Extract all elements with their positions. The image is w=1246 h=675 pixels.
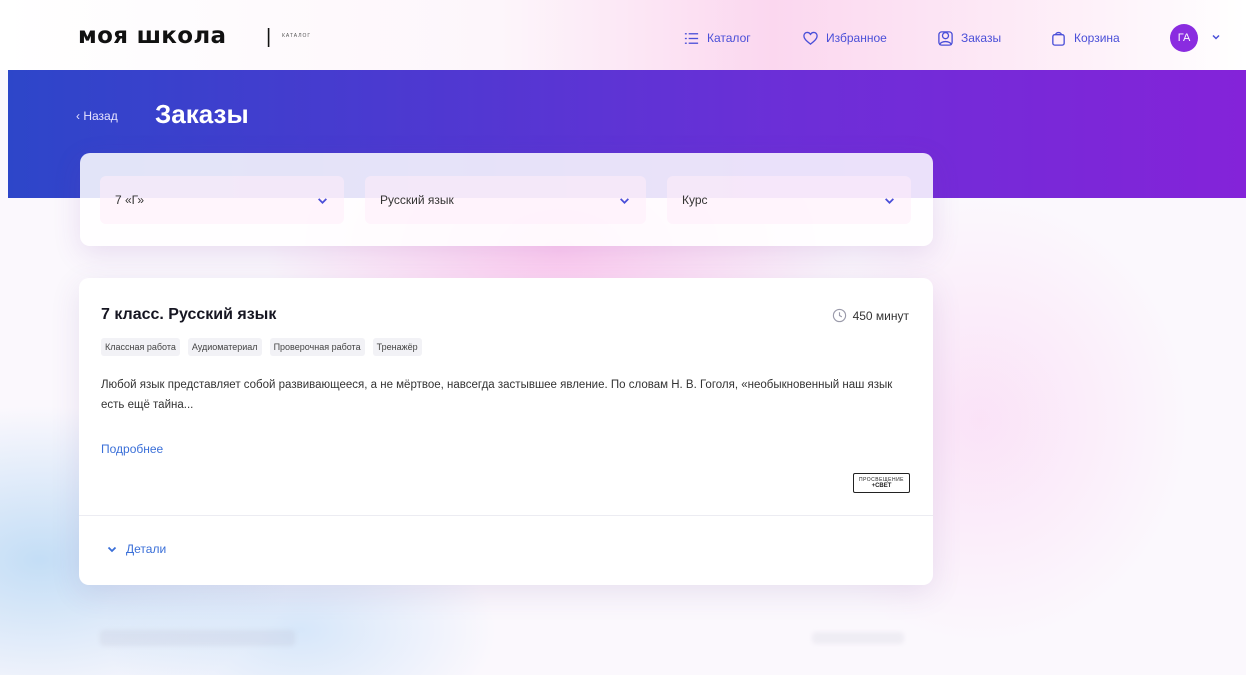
nav-catalog-label: Каталог xyxy=(707,31,751,45)
top-header: моя школа | каталог Каталог Избранное За… xyxy=(0,0,1246,70)
details-toggle[interactable]: Детали xyxy=(107,542,166,556)
nav-favorites[interactable]: Избранное xyxy=(802,27,887,49)
clock-icon xyxy=(832,308,846,323)
order-card: 7 класс. Русский язык 450 минут Классная… xyxy=(79,278,933,585)
nav-favorites-label: Избранное xyxy=(826,31,887,45)
bag-icon xyxy=(1052,31,1065,46)
course-select-value: Курс xyxy=(682,193,708,207)
logo-separator: | xyxy=(266,26,272,48)
avatar[interactable]: ГА xyxy=(1170,24,1198,52)
course-select[interactable]: Курс xyxy=(667,176,911,224)
orders-icon xyxy=(938,30,953,46)
subject-select[interactable]: Русский язык xyxy=(365,176,646,224)
publisher-logo: ПРОСВЕЩЕНИЕ +СВЕТ xyxy=(853,473,910,493)
back-link[interactable]: ‹ Назад xyxy=(76,109,118,123)
nav-orders[interactable]: Заказы xyxy=(937,27,1001,49)
next-card-title-placeholder xyxy=(100,630,295,646)
class-select-value: 7 «Г» xyxy=(115,193,145,207)
site-logo[interactable]: моя школа xyxy=(78,23,226,49)
tag: Тренажёр xyxy=(372,338,422,356)
subject-select-value: Русский язык xyxy=(380,193,454,207)
tag: Проверочная работа xyxy=(269,338,365,356)
filters-panel: 7 «Г» Русский язык Курс xyxy=(80,153,933,246)
order-title: 7 класс. Русский язык xyxy=(101,306,277,323)
class-select[interactable]: 7 «Г» xyxy=(100,176,344,224)
chevron-down-icon[interactable] xyxy=(1211,32,1221,42)
page-title: Заказы xyxy=(155,99,249,129)
chevron-down-icon xyxy=(620,198,629,204)
order-description: Любой язык представляет собой развивающе… xyxy=(101,379,893,411)
nav-cart-label: Корзина xyxy=(1074,31,1120,45)
heart-icon xyxy=(803,31,818,45)
order-duration: 450 минут xyxy=(832,308,909,323)
tag: Аудиоматериал xyxy=(187,338,262,356)
nav-catalog[interactable]: Каталог xyxy=(683,27,751,49)
next-card-duration-placeholder xyxy=(812,632,904,644)
divider xyxy=(79,515,933,516)
chevron-down-icon xyxy=(107,546,117,553)
details-label: Детали xyxy=(126,542,167,556)
logo-subtitle: каталог xyxy=(282,33,312,39)
nav-cart[interactable]: Корзина xyxy=(1050,27,1120,49)
list-icon xyxy=(684,32,699,44)
nav-orders-label: Заказы xyxy=(961,31,1002,45)
tag: Классная работа xyxy=(101,338,180,356)
chevron-down-icon xyxy=(885,198,894,204)
order-duration-value: 450 минут xyxy=(852,308,909,323)
tag-list: Классная работа Аудиоматериал Проверочна… xyxy=(101,338,422,356)
more-link[interactable]: Подробнее xyxy=(101,442,163,456)
chevron-down-icon xyxy=(318,198,327,204)
publisher-line2: +СВЕТ xyxy=(871,482,892,489)
